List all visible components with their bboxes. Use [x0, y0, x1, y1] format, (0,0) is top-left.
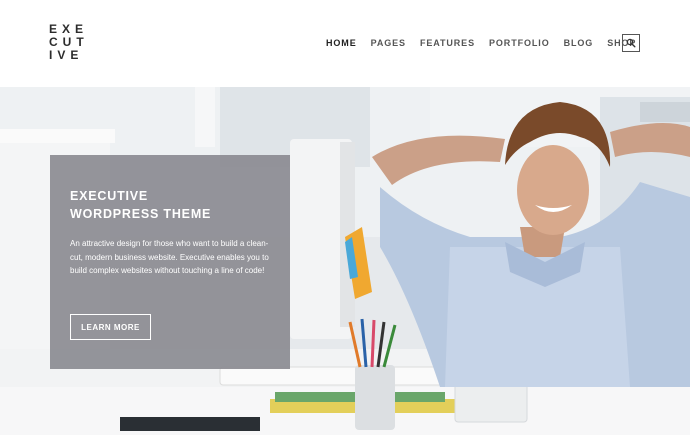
nav-item-features[interactable]: FEATURES: [420, 38, 475, 48]
main-nav: HOME PAGES FEATURES PORTFOLIO BLOG SHOP: [326, 38, 650, 48]
nav-item-blog[interactable]: BLOG: [564, 38, 594, 48]
hero-title-line-2: WORDPRESS THEME: [70, 207, 212, 221]
hero-title: EXECUTIVE WORDPRESS THEME: [70, 187, 280, 223]
hero-title-line-1: EXECUTIVE: [70, 189, 149, 203]
nav-item-home[interactable]: HOME: [326, 38, 357, 48]
search-icon: [626, 38, 636, 48]
hero-section: EXECUTIVE WORDPRESS THEME An attractive …: [0, 87, 690, 435]
nav-item-portfolio[interactable]: PORTFOLIO: [489, 38, 550, 48]
site-logo[interactable]: EXE CUT IVE: [49, 23, 89, 62]
site-header: EXE CUT IVE HOME PAGES FEATURES PORTFOLI…: [0, 0, 690, 87]
search-button[interactable]: [622, 34, 640, 52]
nav-item-pages[interactable]: PAGES: [371, 38, 406, 48]
learn-more-button[interactable]: LEARN MORE: [70, 314, 151, 340]
hero-description: An attractive design for those who want …: [70, 239, 269, 275]
hero-overlay-panel: EXECUTIVE WORDPRESS THEME An attractive …: [50, 155, 290, 369]
logo-line-3: IVE: [49, 48, 84, 62]
